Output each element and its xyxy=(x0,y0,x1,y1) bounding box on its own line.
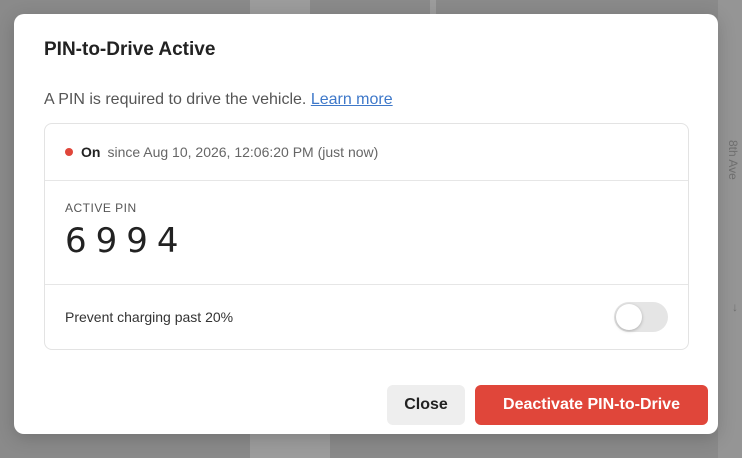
close-button[interactable]: Close xyxy=(387,385,465,425)
map-road xyxy=(250,0,310,14)
map-road xyxy=(250,434,330,458)
map-road xyxy=(718,0,742,458)
active-pin-row: ACTIVE PIN 6994 xyxy=(45,181,688,285)
charging-limit-toggle[interactable] xyxy=(614,302,668,332)
active-pin-value: 6994 xyxy=(65,221,188,261)
description-text: A PIN is required to drive the vehicle. xyxy=(44,91,307,108)
street-label: 8th Ave xyxy=(726,140,740,180)
map-road xyxy=(430,0,436,14)
status-dot-icon xyxy=(65,148,73,156)
status-state: On xyxy=(81,144,101,160)
map-arrow-icon: ↓ xyxy=(732,300,738,314)
charging-limit-row: Prevent charging past 20% xyxy=(45,285,688,349)
charging-limit-label: Prevent charging past 20% xyxy=(65,309,234,325)
pin-status-card: On since Aug 10, 2026, 12:06:20 PM (just… xyxy=(44,123,689,350)
deactivate-pin-to-drive-button[interactable]: Deactivate PIN-to-Drive xyxy=(475,385,708,425)
status-since: since Aug 10, 2026, 12:06:20 PM (just no… xyxy=(107,144,379,160)
pin-to-drive-dialog: PIN-to-Drive Active A PIN is required to… xyxy=(14,14,718,434)
status-row: On since Aug 10, 2026, 12:06:20 PM (just… xyxy=(45,124,688,181)
toggle-knob xyxy=(616,304,642,330)
dialog-title: PIN-to-Drive Active xyxy=(44,39,216,60)
dialog-description: A PIN is required to drive the vehicle. … xyxy=(44,91,393,109)
active-pin-label: ACTIVE PIN xyxy=(65,201,137,215)
learn-more-link[interactable]: Learn more xyxy=(311,91,393,108)
